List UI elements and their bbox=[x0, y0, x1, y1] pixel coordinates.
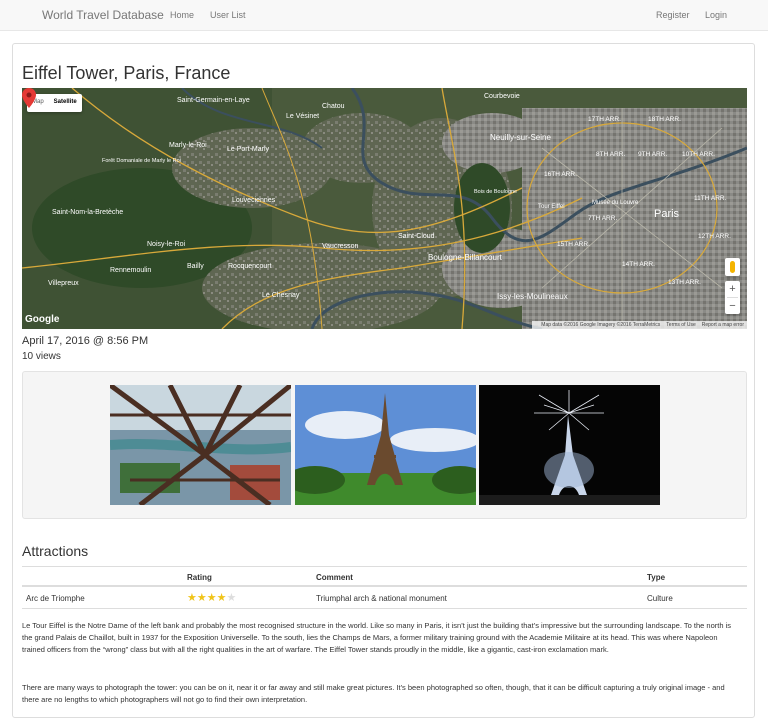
map-label: Rennemoulin bbox=[110, 267, 151, 274]
eiffel-tower-structure-photo bbox=[110, 385, 291, 505]
street-view-pegman-icon[interactable] bbox=[725, 258, 740, 276]
map-label: 13TH ARR. bbox=[668, 279, 701, 286]
map-label: Vaucresson bbox=[322, 243, 359, 250]
attraction-type: Culture bbox=[647, 594, 673, 603]
star-icon: ★ bbox=[196, 592, 207, 604]
attractions-heading: Attractions bbox=[22, 543, 89, 559]
map-label: Louveciennes bbox=[232, 197, 276, 204]
zoom-control: + − bbox=[725, 281, 740, 314]
map-label: Boulogne-Billancourt bbox=[428, 253, 503, 262]
table-row: Arc de Triomphe ★ ★ ★ ★ ★ Triumphal arch & n… bbox=[22, 587, 747, 609]
attraction-comment: Triumphal arch & national monument bbox=[316, 594, 447, 603]
navbar: World Travel Database Home User List Reg… bbox=[0, 0, 768, 31]
column-header-type: Type bbox=[647, 573, 666, 582]
map-data-credit: Map data ©2016 Google Imagery ©2016 Terr… bbox=[541, 322, 661, 328]
star-rating: ★ ★ ★ ★ ★ bbox=[187, 593, 236, 604]
eiffel-tower-fireworks-photo bbox=[479, 385, 660, 505]
map-label: Saint-Germain-en-Laye bbox=[177, 97, 250, 104]
gallery-photo[interactable] bbox=[295, 385, 476, 505]
map-label: 8TH ARR. bbox=[596, 151, 625, 158]
map-label: Musée du Louvre bbox=[592, 200, 639, 206]
brand-link[interactable]: World Travel Database bbox=[42, 8, 164, 22]
description-paragraph: Le Tour Eiffel is the Notre Dame of the … bbox=[22, 621, 731, 654]
map-label: Saint-Cloud bbox=[398, 233, 435, 240]
zoom-out-button[interactable]: − bbox=[725, 298, 740, 314]
terms-of-use-link[interactable]: Terms of Use bbox=[666, 322, 695, 328]
map-label: Le Chesnay bbox=[262, 292, 300, 299]
nav-user-list[interactable]: User List bbox=[210, 10, 246, 20]
nav-login[interactable]: Login bbox=[705, 10, 727, 20]
google-logo: Google bbox=[25, 314, 60, 325]
map-label: 17TH ARR. bbox=[588, 116, 621, 123]
star-icon: ★ bbox=[206, 592, 217, 604]
map-type-satellite-button[interactable]: Satellite bbox=[49, 94, 82, 112]
map-satellite-imagery: Saint-Germain-en-Laye Chatou Courbevoie … bbox=[22, 88, 747, 329]
description-paragraph: There are many ways to photograph the to… bbox=[22, 683, 725, 704]
column-header-comment: Comment bbox=[316, 573, 353, 582]
map-label: 10TH ARR. bbox=[682, 151, 715, 158]
map-label: Bois de Boulogne bbox=[474, 189, 517, 195]
map-label: Courbevoie bbox=[484, 93, 520, 100]
map-label: 7TH ARR. bbox=[588, 215, 617, 222]
map-label: Bailly bbox=[187, 263, 204, 270]
view-count: 10 views bbox=[22, 351, 61, 362]
attractions-table: Rating Comment Type Arc de Triomphe ★ ★ ★ ★… bbox=[22, 566, 747, 609]
page-title: Eiffel Tower, Paris, France bbox=[22, 63, 231, 83]
nav-home[interactable]: Home bbox=[170, 10, 194, 20]
map-label: Neuilly-sur-Seine bbox=[490, 133, 551, 142]
star-icon: ★ bbox=[226, 592, 237, 604]
map[interactable]: Saint-Germain-en-Laye Chatou Courbevoie … bbox=[22, 88, 747, 329]
photo-gallery bbox=[22, 371, 747, 519]
map-label: Marly-le-Roi bbox=[169, 142, 207, 149]
map-label: 15TH ARR. bbox=[557, 241, 590, 248]
map-attribution: Map data ©2016 Google Imagery ©2016 Terr… bbox=[532, 321, 747, 329]
star-icon: ★ bbox=[216, 592, 227, 604]
gallery-photo[interactable] bbox=[479, 385, 660, 505]
map-label: 12TH ARR. bbox=[698, 233, 731, 240]
nav-register[interactable]: Register bbox=[656, 10, 690, 20]
table-header: Rating Comment Type bbox=[22, 566, 747, 587]
map-label: Noisy-le-Roi bbox=[147, 241, 186, 248]
map-label: Issy-les-Moulineaux bbox=[497, 292, 568, 301]
zoom-in-button[interactable]: + bbox=[725, 281, 740, 297]
map-label: 9TH ARR. bbox=[638, 151, 667, 158]
map-label: Paris bbox=[654, 208, 680, 220]
map-label: Le Vésinet bbox=[286, 113, 319, 120]
map-label: Rocquencourt bbox=[228, 263, 272, 270]
map-label: 18TH ARR. bbox=[648, 116, 681, 123]
map-label: 11TH ARR. bbox=[694, 195, 727, 202]
map-label: Villepreux bbox=[48, 280, 79, 287]
eiffel-tower-daytime-photo bbox=[295, 385, 476, 505]
post-date: April 17, 2016 @ 8:56 PM bbox=[22, 335, 149, 347]
map-label: Tour Eiffel bbox=[538, 204, 565, 210]
map-label: Chatou bbox=[322, 103, 345, 110]
report-map-error-link[interactable]: Report a map error bbox=[702, 322, 744, 328]
map-label: 14TH ARR. bbox=[622, 261, 655, 268]
column-header-rating: Rating bbox=[187, 573, 212, 582]
map-label: Le Port-Marly bbox=[227, 146, 270, 153]
map-label: 16TH ARR. bbox=[544, 171, 577, 178]
map-label: Saint-Nom-la-Bretèche bbox=[52, 209, 123, 216]
map-label: Forêt Domaniale de Marly le Roi bbox=[102, 158, 181, 164]
star-icon: ★ bbox=[187, 592, 197, 604]
attraction-name: Arc de Triomphe bbox=[26, 594, 85, 603]
gallery-photo[interactable] bbox=[110, 385, 291, 505]
map-pin-icon[interactable] bbox=[22, 88, 36, 108]
